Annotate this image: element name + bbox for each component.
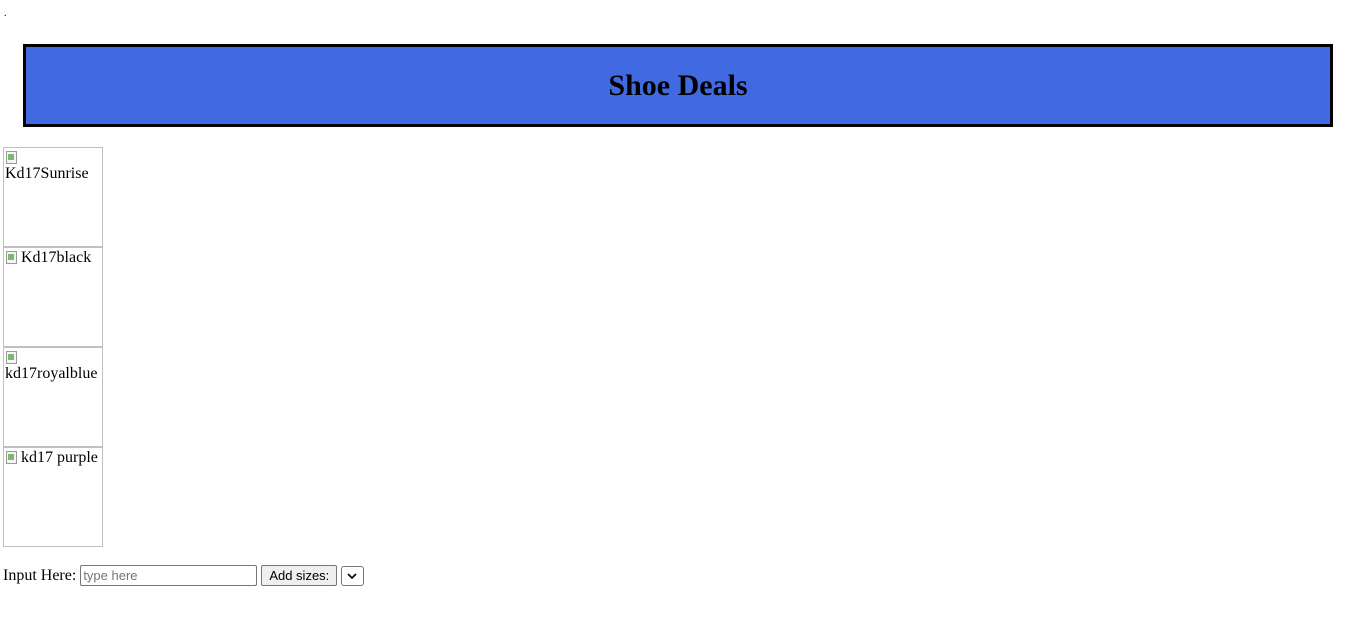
shoe-image-kd17black: Kd17black (3, 247, 103, 347)
chevron-down-icon (347, 572, 357, 579)
top-marker: . (4, 8, 7, 19)
shoe-gallery: Kd17Sunrise Kd17black kd17royalblue kd17… (3, 147, 103, 547)
size-form: Input Here: Add sizes: (3, 565, 365, 586)
shoe-image-kd17sunrise: Kd17Sunrise (3, 147, 103, 247)
shoe-image-kd17royalblue: kd17royalblue (3, 347, 103, 447)
shoe-image-kd17purple: kd17 purple (3, 447, 103, 547)
size-input[interactable] (80, 565, 258, 586)
broken-image-icon (5, 150, 21, 166)
broken-image-icon (5, 450, 21, 466)
size-select[interactable] (341, 565, 365, 586)
image-alt-text: kd17royalblue (5, 365, 98, 382)
image-alt-text: kd17 purple (21, 449, 98, 466)
add-sizes-button[interactable]: Add sizes: (261, 565, 338, 586)
input-label: Input Here: (3, 566, 77, 584)
image-alt-text: Kd17Sunrise (5, 165, 89, 182)
image-alt-text: Kd17black (21, 249, 92, 266)
page-title: Shoe Deals (608, 68, 748, 102)
header-banner: Shoe Deals (23, 44, 1333, 127)
broken-image-icon (5, 250, 21, 266)
broken-image-icon (5, 350, 21, 366)
